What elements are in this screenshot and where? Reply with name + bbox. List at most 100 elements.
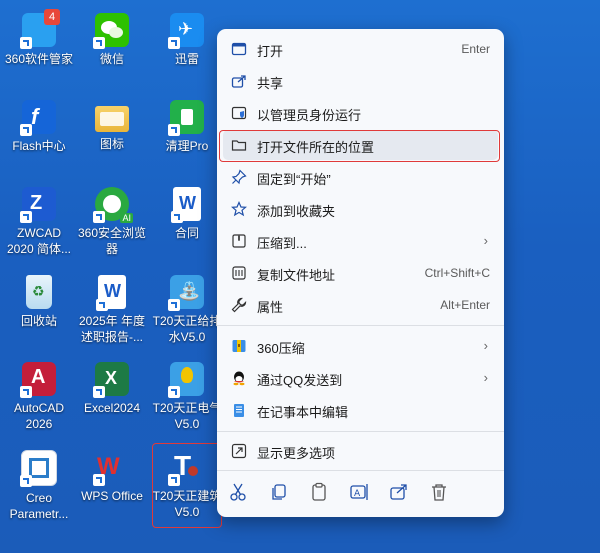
open-window-icon xyxy=(231,42,247,56)
menu-item-run-as-admin[interactable]: 以管理员身份运行 xyxy=(223,98,498,128)
menu-item-label: 打开 xyxy=(257,44,284,59)
menu-item-shortcut: Enter xyxy=(461,42,490,56)
cleaner-icon xyxy=(168,100,204,136)
menu-item-pin-to-start[interactable]: 固定到“开始” xyxy=(223,162,498,192)
context-menu: 打开 Enter 共享 以管理员身份运行 打开文件所在的位置 固定到“开始” 添… xyxy=(217,29,504,517)
menu-item-label: 共享 xyxy=(257,76,284,91)
desktop-icon-label: 回收站 xyxy=(20,314,57,328)
desktop-icon-qingli[interactable]: 清理Pro xyxy=(148,100,226,154)
menu-item-send-via-qq[interactable]: 通过QQ发送到 › xyxy=(223,363,498,393)
desktop-icon-label: 图标 xyxy=(99,137,124,151)
copy-path-icon xyxy=(232,266,246,280)
flash-icon: f xyxy=(20,100,56,136)
recycle-bin-icon: ♻ xyxy=(26,275,52,309)
menu-item-shortcut: Ctrl+Shift+C xyxy=(424,266,490,280)
menu-item-label: 添加到收藏夹 xyxy=(257,204,336,219)
menu-item-label: 固定到“开始” xyxy=(257,172,331,187)
desktop-icon-360browser[interactable]: AI 360安全浏览 器 xyxy=(73,187,151,257)
menu-item-360-compress[interactable]: 360压缩 › xyxy=(223,331,498,361)
desktop-icon-recycle-bin[interactable]: ♻ 回收站 xyxy=(0,275,78,329)
desktop-icon-label: T20天正电气 V5.0 xyxy=(152,401,222,431)
notepad-icon xyxy=(234,404,244,417)
cut-icon[interactable] xyxy=(227,481,249,503)
word-doc-icon: W xyxy=(96,275,126,311)
qq-icon xyxy=(233,371,245,386)
desktop-icon-label: 360软件管家 xyxy=(4,52,74,66)
desktop-icon-wps[interactable]: W WPS Office xyxy=(73,450,151,504)
360-software-manager-icon: 4 xyxy=(20,9,60,49)
desktop-icon-label: WPS Office xyxy=(81,489,143,503)
creo-icon xyxy=(20,450,57,487)
menu-item-show-more-options[interactable]: 显示更多选项 xyxy=(223,436,498,466)
desktop-icon-label: 清理Pro xyxy=(165,139,209,153)
wrench-icon xyxy=(231,297,247,313)
archive-icon xyxy=(232,234,246,248)
menu-item-copy-file-path[interactable]: 复制文件地址 Ctrl+Shift+C xyxy=(223,258,498,288)
badge: 4 xyxy=(44,9,60,25)
menu-item-label: 压缩到... xyxy=(257,236,307,251)
360-browser-icon: AI xyxy=(93,187,133,223)
rename-icon[interactable]: A xyxy=(348,481,370,503)
more-options-icon xyxy=(231,443,247,459)
desktop-icon-label: Excel2024 xyxy=(83,401,141,415)
t20-electric-icon xyxy=(168,362,204,398)
wechat-icon xyxy=(93,13,129,49)
desktop-icon-hetong[interactable]: W 合同 xyxy=(148,187,226,241)
menu-item-shortcut: Alt+Enter xyxy=(440,298,490,312)
menu-item-edit-in-notepad[interactable]: 在记事本中编辑 xyxy=(223,395,498,425)
zwcad-icon: Z xyxy=(20,187,56,223)
menu-separator xyxy=(217,470,504,471)
desktop-icon-label: 2025年 年度 述职报告-... xyxy=(78,314,146,344)
desktop-icon-zwcad[interactable]: Z ZWCAD 2020 简体... xyxy=(0,187,78,257)
desktop-icon-label: Flash中心 xyxy=(12,139,66,153)
folder-icon xyxy=(95,106,129,132)
paste-icon[interactable] xyxy=(308,481,330,503)
desktop-icon-t20water[interactable]: ⛲ T20天正给排 水V5.0 xyxy=(148,275,226,345)
t20-water-icon: ⛲ xyxy=(168,275,204,311)
menu-item-label: 复制文件地址 xyxy=(257,268,336,283)
desktop-icon-tubiao[interactable]: 图标 xyxy=(73,100,151,152)
desktop-icon-creo[interactable]: Creo Parametr... xyxy=(0,450,78,522)
360-zip-icon xyxy=(232,340,246,352)
copy-icon[interactable] xyxy=(268,481,290,503)
menu-item-label: 以管理员身份运行 xyxy=(257,108,362,123)
desktop-icon-wechat[interactable]: 微信 xyxy=(73,13,151,67)
desktop-icon-label: ZWCAD 2020 简体... xyxy=(6,226,72,256)
chevron-right-icon: › xyxy=(483,338,488,353)
desktop-icon-report[interactable]: W 2025年 年度 述职报告-... xyxy=(73,275,151,345)
desktop-icon-flash[interactable]: f Flash中心 xyxy=(0,100,78,154)
menu-item-share[interactable]: 共享 xyxy=(223,66,498,96)
desktop-icon-xunlei[interactable]: ✈ 迅雷 xyxy=(148,13,226,67)
menu-item-label: 属性 xyxy=(257,300,284,315)
menu-item-label: 360压缩 xyxy=(257,341,305,356)
desktop-icon-label: 合同 xyxy=(174,226,199,240)
menu-item-add-to-favorites[interactable]: 添加到收藏夹 xyxy=(223,194,498,224)
chevron-right-icon: › xyxy=(483,233,488,248)
menu-item-label: 通过QQ发送到 xyxy=(257,373,343,388)
autocad-icon: A xyxy=(20,362,56,398)
desktop-icon-excel[interactable]: X Excel2024 xyxy=(73,362,151,416)
desktop-icon-autocad[interactable]: A AutoCAD 2026 xyxy=(0,362,78,432)
word-doc-icon: W xyxy=(171,187,201,223)
menu-item-open[interactable]: 打开 Enter xyxy=(223,34,498,64)
menu-item-properties[interactable]: 属性 Alt+Enter xyxy=(223,290,498,320)
pin-icon xyxy=(231,169,247,185)
excel-icon: X xyxy=(93,362,129,398)
chevron-right-icon: › xyxy=(483,370,488,385)
desktop-icon-label: T20天正给排 水V5.0 xyxy=(152,314,222,344)
share-icon[interactable] xyxy=(388,481,410,503)
desktop-icon-label: Creo Parametr... xyxy=(9,491,69,521)
menu-item-highlight-box xyxy=(219,130,500,162)
star-icon xyxy=(231,201,247,217)
desktop-icon-label: 微信 xyxy=(99,52,124,66)
desktop-icon-label: 迅雷 xyxy=(174,52,199,66)
selected-icon-highlight xyxy=(152,443,222,528)
desktop-icon-t20elec[interactable]: T20天正电气 V5.0 xyxy=(148,362,226,432)
desktop-icon-label: AutoCAD 2026 xyxy=(13,401,65,431)
share-icon xyxy=(231,75,246,88)
shield-icon xyxy=(231,106,247,120)
delete-icon[interactable] xyxy=(428,481,450,503)
desktop-icon-label: 360安全浏览 器 xyxy=(77,226,147,256)
menu-item-compress-to[interactable]: 压缩到... › xyxy=(223,226,498,256)
desktop-icon-360guanjia[interactable]: 4 360软件管家 xyxy=(0,9,78,67)
